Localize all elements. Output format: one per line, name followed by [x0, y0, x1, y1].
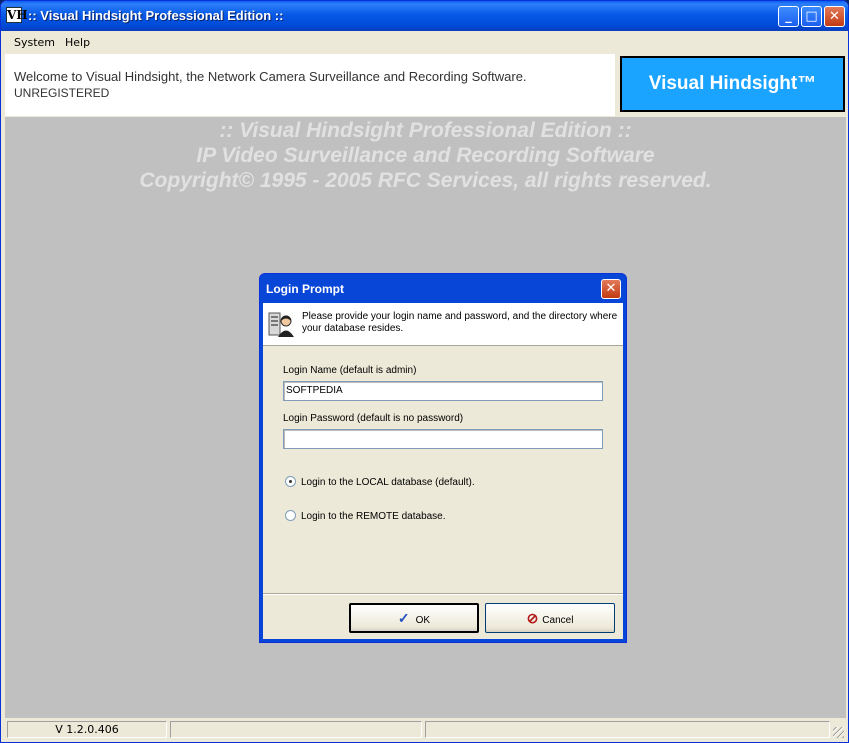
login-name-input[interactable]: SOFTPEDIA	[283, 381, 603, 401]
ok-button-label: OK	[415, 615, 431, 626]
menu-system[interactable]: System	[14, 36, 55, 49]
banner-copyright: Copyright© 1995 - 2005 RFC Services, all…	[139, 169, 712, 192]
user-server-icon	[268, 312, 294, 337]
cancel-button-label: Cancel	[542, 615, 574, 626]
resize-grip[interactable]	[833, 727, 844, 738]
radio-local-label: Login to the LOCAL database (default).	[301, 477, 475, 488]
version-panel: V 1.2.0.406	[7, 721, 167, 738]
password-label: Login Password (default is no password)	[283, 413, 464, 424]
ok-button[interactable]: ✓ OK	[349, 603, 479, 633]
cancel-icon: ⊘	[526, 610, 539, 626]
checkmark-icon: ✓	[397, 610, 410, 626]
dialog-title: Login Prompt	[266, 282, 344, 296]
radio-remote-label: Login to the REMOTE database.	[301, 511, 446, 522]
status-bar: V 1.2.0.406	[5, 718, 846, 740]
status-panel-2	[170, 721, 422, 738]
dialog-close-button[interactable]: ✕	[601, 279, 621, 299]
password-input[interactable]	[283, 429, 603, 449]
app-icon[interactable]: VH	[6, 7, 28, 23]
login-dialog: Login Prompt ✕ Please provide your login…	[259, 273, 627, 643]
maximize-button[interactable]: □	[801, 6, 822, 27]
welcome-header: Welcome to Visual Hindsight, the Network…	[5, 54, 615, 116]
welcome-text: Welcome to Visual Hindsight, the Network…	[14, 69, 527, 84]
status-panel-3	[425, 721, 830, 738]
cancel-button[interactable]: ⊘ Cancel	[485, 603, 615, 633]
menu-help[interactable]: Help	[65, 36, 90, 49]
radio-local-database[interactable]: Login to the LOCAL database (default).	[285, 476, 475, 488]
radio-remote-database[interactable]: Login to the REMOTE database.	[285, 510, 446, 522]
main-window: VH :: Visual Hindsight Professional Edit…	[0, 0, 849, 743]
dialog-message-area: Please provide your login name and passw…	[263, 303, 623, 346]
registration-status: UNREGISTERED	[14, 86, 110, 100]
radio-local-indicator[interactable]	[285, 476, 296, 487]
title-bar[interactable]: VH :: Visual Hindsight Professional Edit…	[1, 1, 848, 31]
minimize-button[interactable]: _	[778, 6, 799, 27]
banner-title: :: Visual Hindsight Professional Edition…	[219, 119, 632, 142]
dialog-message: Please provide your login name and passw…	[302, 311, 618, 334]
radio-remote-indicator[interactable]	[285, 510, 296, 521]
dialog-body: Please provide your login name and passw…	[263, 303, 623, 639]
window-title: :: Visual Hindsight Professional Edition…	[28, 8, 284, 23]
close-button[interactable]: ✕	[824, 6, 845, 27]
menu-bar: System Help	[1, 31, 848, 53]
dialog-separator	[263, 593, 623, 595]
login-name-label: Login Name (default is admin)	[283, 365, 417, 376]
banner-subtitle: IP Video Surveillance and Recording Soft…	[196, 144, 655, 167]
brand-logo: Visual Hindsight™	[620, 56, 845, 112]
